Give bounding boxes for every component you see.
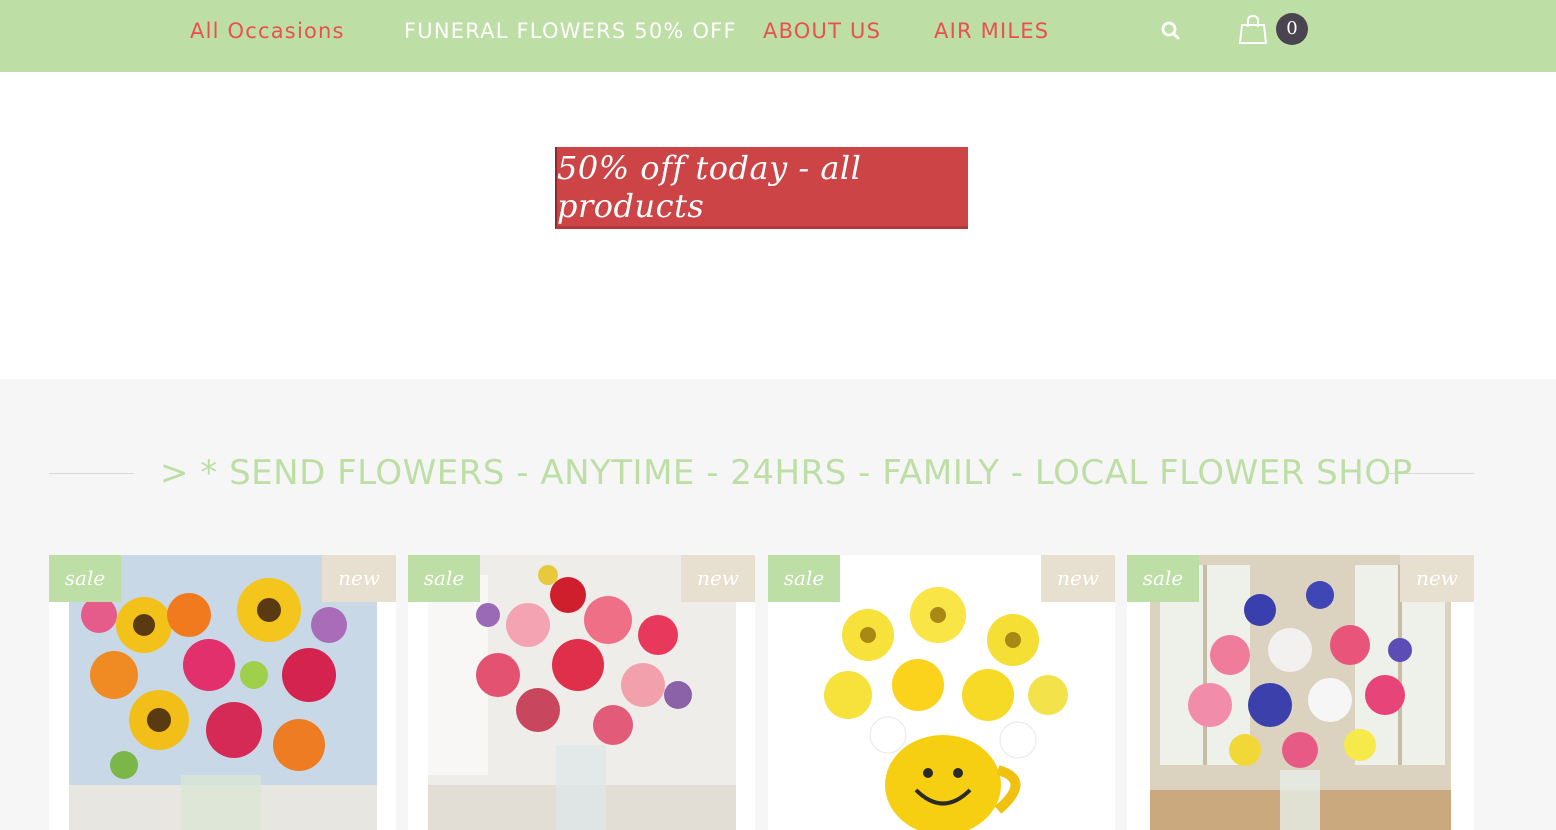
nav-air-miles[interactable]: AIR MILES xyxy=(934,18,1049,44)
product-card[interactable]: sale new xyxy=(768,555,1115,830)
section-title: > * SEND FLOWERS - ANYTIME - 24HRS - FAM… xyxy=(160,453,1413,493)
title-divider-left xyxy=(49,473,134,474)
sale-badge: sale xyxy=(408,555,480,602)
new-badge: new xyxy=(1041,555,1115,602)
nav-funeral-flowers[interactable]: FUNERAL FLOWERS 50% OFF xyxy=(404,18,737,44)
nav-about-us[interactable]: ABOUT US xyxy=(763,18,881,44)
promo-banner-text: 50% off today - all products xyxy=(557,148,862,225)
new-badge: new xyxy=(1400,555,1474,602)
shopping-bag-icon[interactable] xyxy=(1238,13,1268,45)
header-bar: All Occasions FUNERAL FLOWERS 50% OFF AB… xyxy=(0,0,1556,72)
product-card[interactable]: sale new xyxy=(49,555,396,830)
search-icon[interactable] xyxy=(1159,19,1183,43)
sale-badge: sale xyxy=(49,555,121,602)
product-card[interactable]: sale new xyxy=(408,555,755,830)
cart-count-badge[interactable]: 0 xyxy=(1276,13,1308,45)
product-card[interactable]: sale new xyxy=(1127,555,1474,830)
new-badge: new xyxy=(681,555,755,602)
promo-banner[interactable]: 50% off today - all products xyxy=(555,147,968,229)
sale-badge: sale xyxy=(1127,555,1199,602)
sale-badge: sale xyxy=(768,555,840,602)
new-badge: new xyxy=(322,555,396,602)
nav-all-occasions[interactable]: All Occasions xyxy=(190,18,345,44)
